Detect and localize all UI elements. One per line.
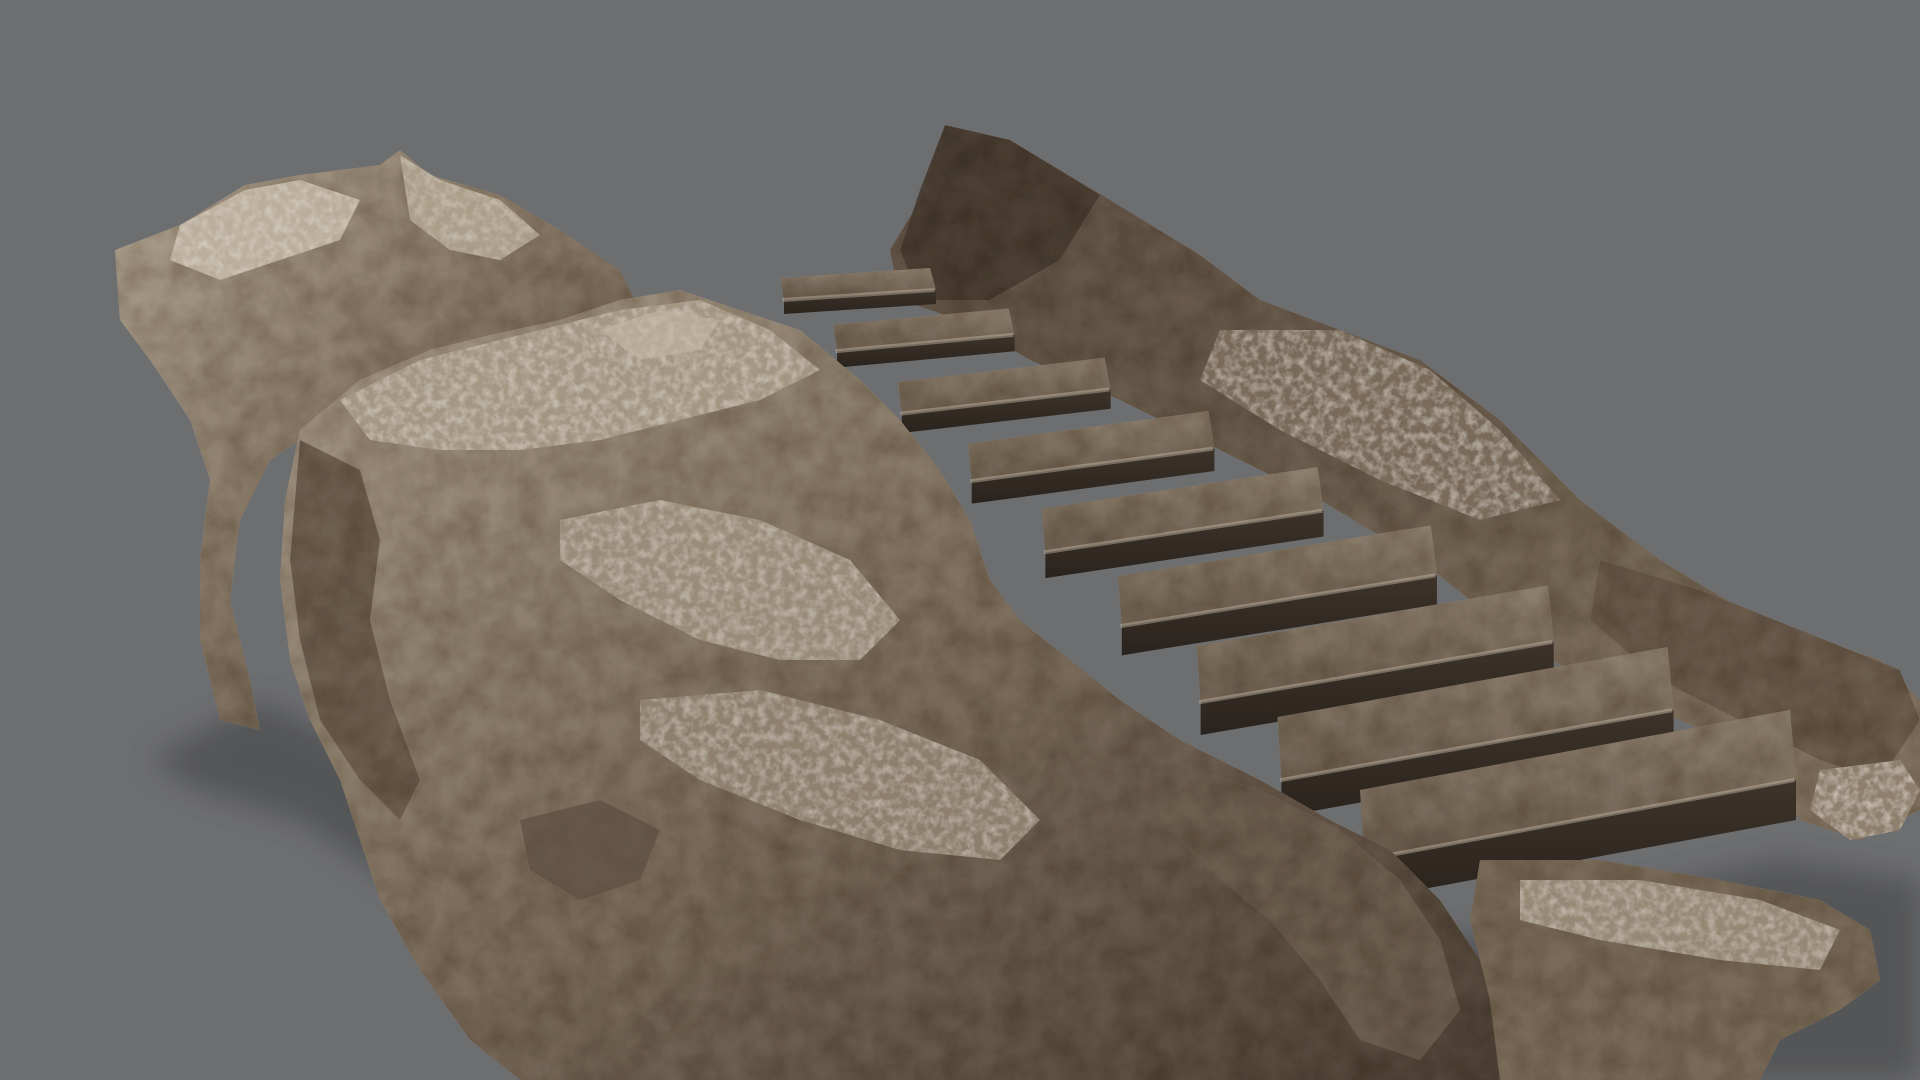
viewport [0, 0, 1920, 1080]
rock-stairs-render [115, 125, 1920, 1080]
